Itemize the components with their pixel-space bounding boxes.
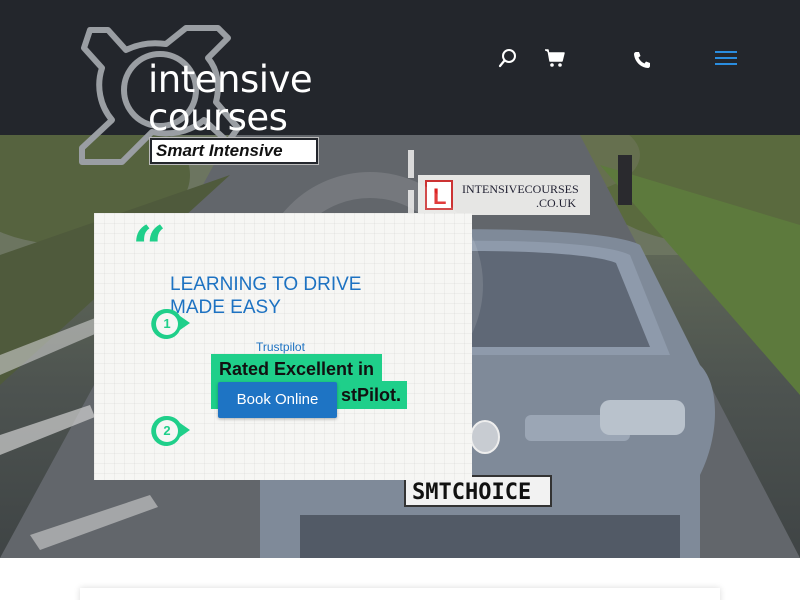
- step-1-badge: 1: [150, 306, 190, 342]
- page: intensive courses Smart Intensive L INTE…: [0, 0, 800, 600]
- search-icon[interactable]: [496, 46, 520, 70]
- menu-icon[interactable]: [714, 46, 738, 70]
- hero-card: “ LEARNING TO DRIVE MADE EASY 1 2 Trustp…: [94, 213, 472, 480]
- site-logo[interactable]: intensive courses Smart Intensive: [78, 24, 348, 166]
- content-section-card: [80, 588, 720, 600]
- step-2-badge: 2: [150, 413, 190, 449]
- number-plate-text: SMTCHOICE: [412, 480, 531, 505]
- logo-text-line1: intensive: [148, 58, 313, 101]
- logo-badge: Smart Intensive: [150, 138, 318, 164]
- sign-text-line2: .CO.UK: [536, 196, 576, 210]
- trustpilot-label: Trustpilot: [256, 340, 305, 354]
- book-online-button[interactable]: Book Online: [218, 382, 337, 418]
- rated-text-line1: Rated Excellent in: [211, 354, 383, 382]
- phone-icon[interactable]: [630, 48, 654, 72]
- logo-text-line2: courses: [148, 96, 288, 139]
- cart-icon[interactable]: [543, 46, 567, 70]
- step-2-number: 2: [163, 422, 171, 438]
- sign-text-line1: INTENSIVECOURSES: [462, 182, 579, 196]
- card-title: LEARNING TO DRIVE MADE EASY: [170, 274, 362, 318]
- quote-icon: “: [132, 214, 166, 284]
- step-1-number: 1: [163, 315, 171, 331]
